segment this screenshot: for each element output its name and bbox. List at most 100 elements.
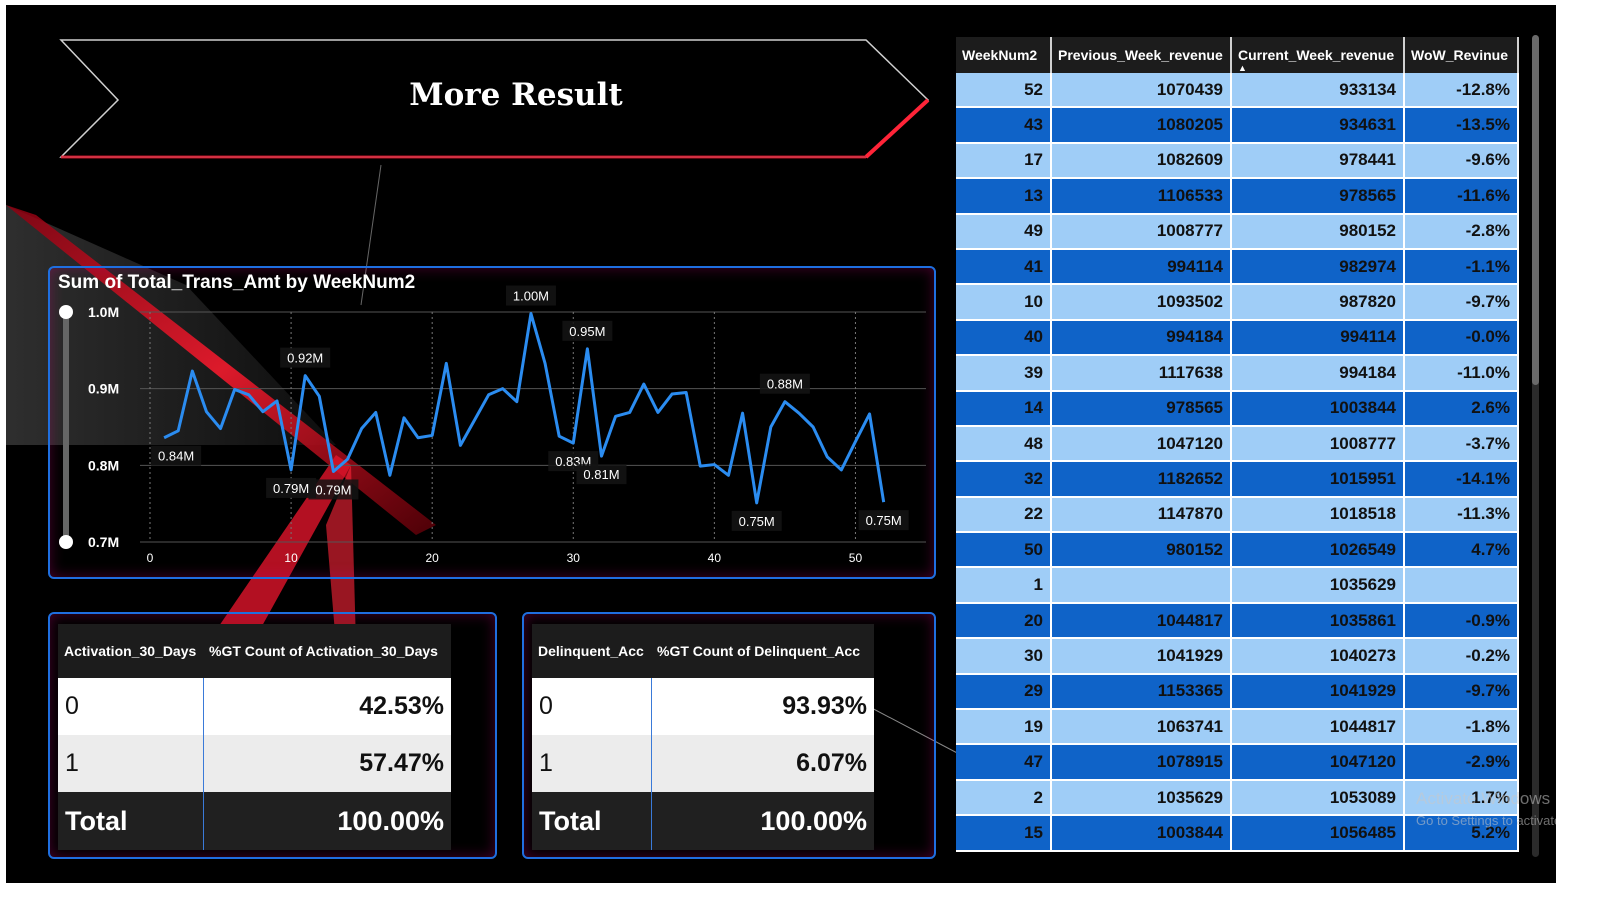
total-value: 100.00% [651, 792, 874, 850]
cell-current-week-revenue: 1035629 [1231, 567, 1405, 604]
total-label: Total [532, 792, 652, 850]
data-label: 0.75M [739, 514, 775, 529]
banner-title: More Result [409, 77, 623, 113]
cell-wow-revenue: -11.6% [1404, 178, 1519, 215]
table-row: 41 994114 982974 -1.1% [956, 248, 1519, 286]
cell-current-week-revenue: 1044817 [1231, 709, 1405, 746]
total-label: Total [58, 792, 204, 850]
cell-previous-week-revenue: 1008777 [1051, 213, 1232, 250]
y-tick-label: 0.7M [88, 534, 119, 550]
cell-weeknum: 14 [956, 390, 1052, 427]
series-line [163, 312, 886, 505]
row-label: 0 [532, 678, 652, 735]
line-chart-panel[interactable]: Sum of Total_Trans_Amt by WeekNum2 1.0M 0… [48, 266, 936, 579]
cell-wow-revenue: 2.6% [1404, 390, 1519, 427]
delinquent-header-label[interactable]: Delinquent_Acc [532, 624, 651, 678]
cell-previous-week-revenue: 1078915 [1051, 744, 1232, 781]
cell-weeknum: 41 [956, 248, 1052, 286]
cell-wow-revenue: -11.0% [1404, 355, 1519, 392]
header-wow-revenue[interactable]: WoW_Revinue [1404, 37, 1519, 73]
table-row: 43 1080205 934631 -13.5% [956, 107, 1519, 144]
cell-wow-revenue: -1.8% [1404, 709, 1519, 746]
table-row: 19 1063741 1044817 -1.8% [956, 709, 1519, 746]
table-row: 32 1182652 1015951 -14.1% [956, 461, 1519, 498]
table-row: 49 1008777 980152 -2.8% [956, 213, 1519, 250]
scrollbar-thumb[interactable] [1532, 35, 1539, 385]
data-label: 0.95M [569, 324, 605, 339]
cell-wow-revenue: 4.7% [1404, 532, 1519, 569]
cell-wow-revenue: -13.5% [1404, 107, 1519, 144]
header-previous-week-revenue[interactable]: Previous_Week_revenue [1051, 37, 1232, 73]
cell-weeknum: 32 [956, 461, 1052, 498]
cell-weeknum: 15 [956, 815, 1052, 852]
cell-weeknum: 1 [956, 567, 1052, 604]
table-row: 30 1041929 1040273 -0.2% [956, 638, 1519, 675]
table-row: 10 1093502 987820 -9.7% [956, 284, 1519, 321]
week-table-body: 52 1070439 933134 -12.8% 43 1080205 934631 -13.… [956, 73, 1519, 852]
windows-activation-hint: Go to Settings to activate Windows. [1416, 813, 1556, 828]
table-scrollbar[interactable] [1532, 35, 1539, 857]
cell-previous-week-revenue: 1041929 [1051, 638, 1232, 675]
cell-current-week-revenue: 1003844 [1231, 390, 1405, 427]
data-label: 0.92M [287, 351, 323, 366]
line-chart: 1.0M 0.9M 0.8M 0.7M 0 10 20 30 40 50 0.84M 0.79M 0.9… [59, 285, 926, 565]
cell-weeknum: 29 [956, 673, 1052, 711]
cell-current-week-revenue: 1035861 [1231, 602, 1405, 640]
activation-header-label[interactable]: Activation_30_Days [58, 624, 203, 678]
cell-previous-week-revenue: 1117638 [1051, 355, 1232, 392]
cell-previous-week-revenue: 1153365 [1051, 673, 1232, 711]
x-tick-label: 0 [147, 551, 154, 565]
cell-current-week-revenue: 980152 [1231, 213, 1405, 250]
cell-weeknum: 48 [956, 425, 1052, 463]
y-range-slider-handle-top [59, 305, 73, 319]
y-tick-label: 0.8M [88, 457, 119, 473]
cell-previous-week-revenue: 1106533 [1051, 178, 1232, 215]
cell-wow-revenue: -2.9% [1404, 744, 1519, 781]
cell-current-week-revenue: 987820 [1231, 284, 1405, 321]
cell-weeknum: 49 [956, 213, 1052, 250]
cell-weeknum: 39 [956, 355, 1052, 392]
cell-current-week-revenue: 1041929 [1231, 673, 1405, 711]
row-label: 1 [58, 735, 204, 792]
cell-wow-revenue: -0.2% [1404, 638, 1519, 675]
cell-weeknum: 47 [956, 744, 1052, 781]
row-value: 6.07% [651, 735, 874, 792]
activation-matrix-panel[interactable]: Activation_30_Days %GT Count of Activati… [48, 612, 497, 859]
row-value: 93.93% [651, 678, 874, 735]
table-row: 22 1147870 1018518 -11.3% [956, 496, 1519, 534]
activation-header-value[interactable]: %GT Count of Activation_30_Days [203, 624, 451, 678]
delinquent-header-value[interactable]: %GT Count of Delinquent_Acc [651, 624, 874, 678]
y-tick-label: 0.9M [88, 381, 119, 397]
table-row: 50 980152 1026549 4.7% [956, 532, 1519, 569]
data-label: 0.75M [866, 513, 902, 528]
cell-wow-revenue: -0.9% [1404, 602, 1519, 640]
cell-previous-week-revenue: 1044817 [1051, 602, 1232, 640]
cell-wow-revenue: -2.8% [1404, 213, 1519, 250]
table-row: 17 1082609 978441 -9.6% [956, 142, 1519, 180]
cell-weeknum: 40 [956, 319, 1052, 357]
x-tick-label: 10 [284, 551, 298, 565]
row-label: 0 [58, 678, 204, 735]
cell-previous-week-revenue: 1063741 [1051, 709, 1232, 746]
cell-weeknum: 50 [956, 532, 1052, 569]
cell-previous-week-revenue: 1093502 [1051, 284, 1232, 321]
header-weeknum[interactable]: WeekNum2 [956, 37, 1052, 73]
cell-current-week-revenue: 934631 [1231, 107, 1405, 144]
data-label: 0.79M [273, 481, 309, 496]
table-row: 1 1035629 [956, 567, 1519, 604]
delinquent-matrix-panel[interactable]: Delinquent_Acc %GT Count of Delinquent_A… [522, 612, 936, 859]
table-row: 13 1106533 978565 -11.6% [956, 178, 1519, 215]
cell-previous-week-revenue [1051, 567, 1232, 604]
cell-wow-revenue: -9.7% [1404, 673, 1519, 711]
cell-weeknum: 17 [956, 142, 1052, 180]
cell-previous-week-revenue: 1147870 [1051, 496, 1232, 534]
cell-wow-revenue: -11.3% [1404, 496, 1519, 534]
week-revenue-table: WeekNum2 Previous_Week_revenue Current_W… [956, 37, 1519, 852]
table-row: 29 1153365 1041929 -9.7% [956, 673, 1519, 711]
cell-wow-revenue: -12.8% [1404, 73, 1519, 109]
cell-current-week-revenue: 1056485 [1231, 815, 1405, 852]
header-current-week-revenue[interactable]: Current_Week_revenue ▲ [1231, 37, 1405, 73]
data-label: 0.88M [767, 377, 803, 392]
table-row: 48 1047120 1008777 -3.7% [956, 425, 1519, 463]
header-current-week-revenue-label: Current_Week_revenue [1238, 47, 1395, 63]
